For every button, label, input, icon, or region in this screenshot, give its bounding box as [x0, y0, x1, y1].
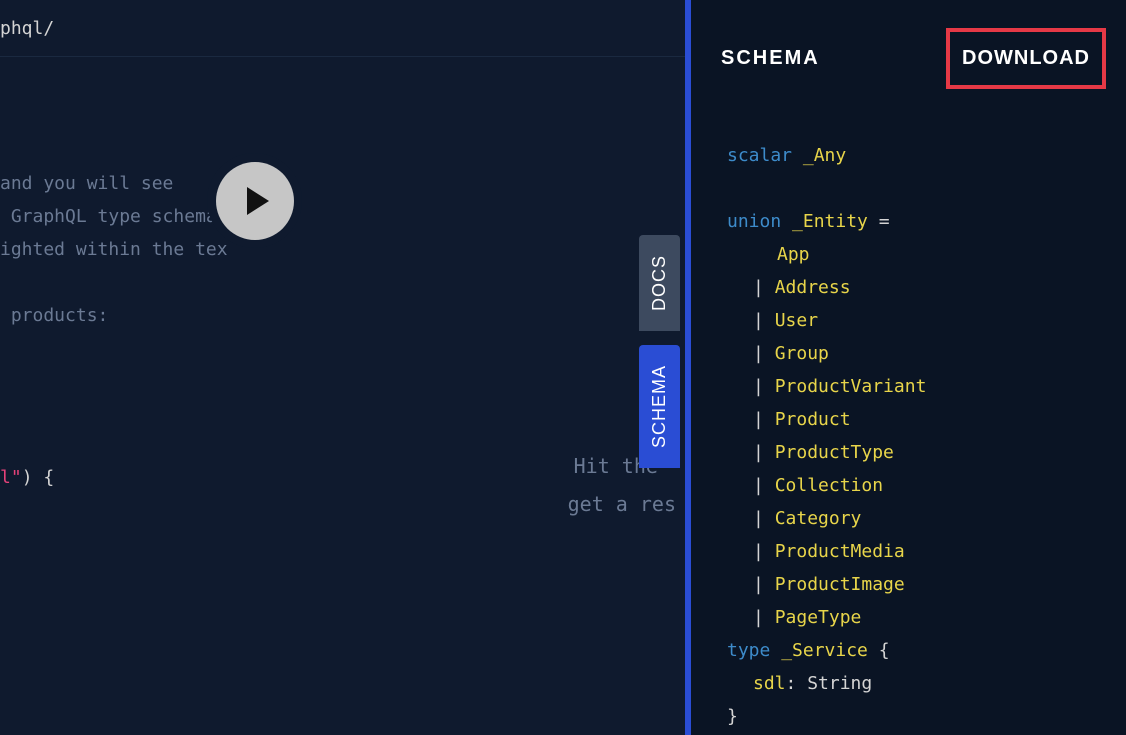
schema-code: scalar _Any union _Entity = App | Addres… [691, 109, 1126, 733]
union-type: | ProductVariant [727, 370, 1126, 403]
main-area: phql/ and you will see GraphQL type sche… [0, 0, 685, 735]
side-tabs: DOCS SCHEMA [639, 235, 680, 468]
tab-schema[interactable]: SCHEMA [639, 345, 680, 468]
schema-header: SCHEMA DOWNLOAD [691, 0, 1126, 109]
download-button[interactable]: DOWNLOAD [946, 28, 1106, 89]
response-area: Hit the get a res [254, 60, 684, 735]
url-bar[interactable]: phql/ [0, 0, 685, 57]
closing-brace: } [727, 700, 1126, 733]
union-type: | Group [727, 337, 1126, 370]
union-declaration: union _Entity = [727, 205, 1126, 238]
schema-title: SCHEMA [721, 47, 820, 70]
union-type: | PageType [727, 601, 1126, 634]
type-declaration: type _Service { [727, 634, 1126, 667]
union-type: | ProductType [727, 436, 1126, 469]
tab-docs[interactable]: DOCS [639, 235, 680, 331]
url-text: phql/ [0, 18, 54, 39]
editor-code-line: l") { [0, 467, 54, 488]
union-type-first: App [727, 238, 1126, 271]
union-type: | Collection [727, 469, 1126, 502]
schema-panel: SCHEMA DOWNLOAD scalar _Any union _Entit… [691, 0, 1126, 735]
union-type: | Category [727, 502, 1126, 535]
scalar-declaration: scalar _Any [727, 139, 1126, 172]
union-type: | ProductMedia [727, 535, 1126, 568]
field-declaration: sdl: String [727, 667, 1126, 700]
editor-comment: and you will see GraphQL type schema igh… [0, 167, 228, 332]
union-type: | Product [727, 403, 1126, 436]
union-type: | User [727, 304, 1126, 337]
union-type: | Address [727, 271, 1126, 304]
union-type: | ProductImage [727, 568, 1126, 601]
